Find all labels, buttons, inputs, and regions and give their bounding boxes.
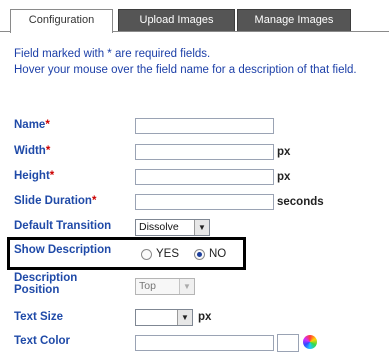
description-position-label: Description Position <box>14 272 77 296</box>
height-input[interactable] <box>135 169 274 185</box>
required-marker: * <box>49 170 55 182</box>
chevron-down-icon[interactable]: ▼ <box>177 310 192 325</box>
tab-manage-images[interactable]: Manage Images <box>237 9 351 31</box>
description-position-select[interactable]: Top ▼ <box>135 278 195 295</box>
chevron-down-icon[interactable]: ▼ <box>179 279 194 294</box>
text-color-input[interactable] <box>135 335 274 351</box>
description-position-value: Top <box>139 280 156 292</box>
text-size-label: Text Size <box>14 311 63 323</box>
width-label: Width* <box>14 145 51 157</box>
tab-bar: Configuration Upload Images Manage Image… <box>0 0 389 33</box>
width-unit: px <box>277 146 291 158</box>
height-label: Height* <box>14 170 55 182</box>
color-wheel-icon[interactable] <box>303 335 317 349</box>
required-marker: * <box>45 145 51 157</box>
default-transition-select[interactable]: Dissolve ▼ <box>135 219 210 236</box>
default-transition-value: Dissolve <box>139 221 179 233</box>
show-description-no-radio[interactable] <box>194 249 205 260</box>
text-color-label: Text Color <box>14 335 71 347</box>
chevron-down-icon[interactable]: ▼ <box>194 220 209 235</box>
color-swatch[interactable] <box>277 334 299 352</box>
text-size-select[interactable]: ▼ <box>135 309 193 326</box>
tab-configuration[interactable]: Configuration <box>10 9 113 33</box>
show-description-yes-radio[interactable] <box>141 249 152 260</box>
height-unit: px <box>277 171 291 183</box>
slide-duration-label: Slide Duration* <box>14 195 97 207</box>
width-input[interactable] <box>135 144 274 160</box>
show-description-label: Show Description <box>14 244 112 256</box>
default-transition-label: Default Transition <box>14 220 112 232</box>
slide-duration-unit: seconds <box>277 196 324 208</box>
description-position-label-line1: Description <box>14 272 78 284</box>
description-position-label-line2: Position <box>14 284 60 296</box>
required-marker: * <box>45 119 50 131</box>
required-fields-note: Field marked with * are required fields. <box>14 48 211 60</box>
show-description-yes-label[interactable]: YES <box>156 248 179 260</box>
show-description-no-label[interactable]: NO <box>209 248 226 260</box>
required-marker: * <box>91 195 97 207</box>
slide-duration-input[interactable] <box>135 194 274 210</box>
text-size-unit: px <box>198 311 212 323</box>
hover-help-note: Hover your mouse over the field name for… <box>14 64 357 76</box>
name-input[interactable] <box>135 118 274 134</box>
tab-upload-images[interactable]: Upload Images <box>118 9 235 31</box>
name-label: Name* <box>14 119 50 131</box>
